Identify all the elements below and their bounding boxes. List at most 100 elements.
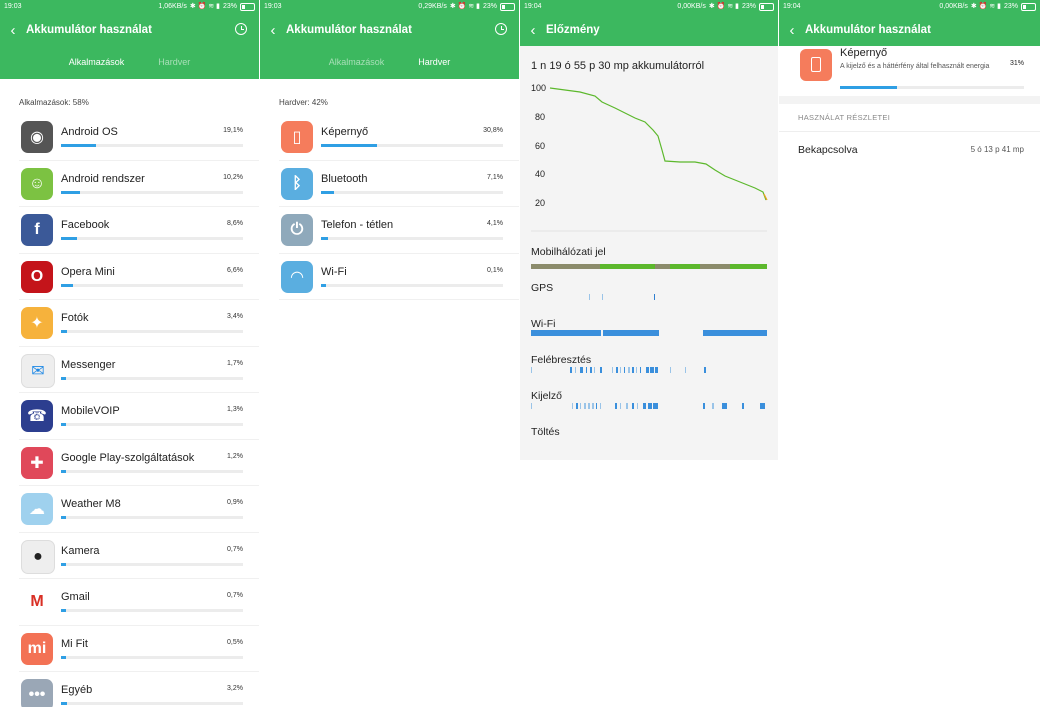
usage-bar-fill — [61, 609, 66, 612]
item-percent: 1,2% — [227, 452, 243, 460]
item-percent: 6,6% — [227, 266, 243, 274]
tab-hardware[interactable]: Hardver — [418, 46, 450, 79]
panel-history: 19:04 0,00KB/s ✱ ⏰ ≋ ▮ 23% ‹ Előzmény 1 n … — [520, 0, 778, 460]
list-item[interactable]: ᛒ Bluetooth 7,1% — [279, 161, 519, 207]
list-item[interactable]: f Facebook 8,6% — [19, 207, 259, 254]
display-tick — [592, 403, 594, 409]
usage-bar-fill — [61, 190, 80, 194]
wifi-icon: ◠ — [281, 260, 313, 293]
history-clock-icon[interactable] — [495, 23, 507, 35]
item-percent: 0,7% — [227, 545, 243, 553]
wake-tick — [586, 367, 587, 373]
battery-level-line — [549, 87, 767, 201]
detail-key: Bekapcsolva — [798, 144, 858, 156]
usage-bar — [61, 469, 243, 473]
page-title: Akkumulátor használat — [286, 24, 412, 36]
panel-hardware: 19:03 0,29KB/s ✱ ⏰ ≋ ▮ 23% ‹ Akkumulátor h… — [260, 0, 519, 707]
panel-screen-detail: 19:04 0,00KB/s ✱ ⏰ ≋ ▮ 23% ‹ Akkumulátor h… — [779, 0, 1040, 183]
wake-tick — [616, 367, 618, 373]
status-icons: ✱ ⏰ ≋ ▮ — [189, 3, 220, 10]
list-item[interactable]: ✉ Messenger 1,7% — [19, 347, 259, 393]
usage-bar-fill — [321, 144, 378, 147]
list-item[interactable]: ☁ Weather M8 0,9% — [19, 486, 259, 533]
display-tick — [531, 403, 532, 409]
wake-tick — [620, 367, 621, 373]
usage-bar — [61, 516, 243, 519]
tab-hardware[interactable]: Hardver — [158, 46, 190, 79]
display-tick — [620, 403, 621, 409]
list-item[interactable]: mi Mi Fit 0,5% — [19, 626, 259, 672]
display-tick — [637, 403, 638, 409]
tab-apps[interactable]: Alkalmazások — [329, 46, 385, 79]
usage-bar-fill — [321, 237, 329, 240]
usage-bar-fill — [321, 190, 334, 194]
usage-bar — [61, 562, 243, 566]
facebook-icon: f — [21, 214, 53, 246]
display-bar — [531, 403, 765, 409]
display-tick — [632, 403, 634, 409]
status-bar: 19:04 0,00KB/s ✱ ⏰ ≋ ▮ 23% — [520, 0, 778, 14]
list-item[interactable]: ☎ MobileVOIP 1,3% — [19, 393, 259, 440]
usage-bar — [840, 86, 1024, 89]
usage-bar — [321, 144, 503, 147]
usage-bar — [61, 237, 243, 240]
status-icons: ✱ ⏰ ≋ ▮ — [708, 3, 739, 10]
list-item[interactable]: ◉ Android OS 19,1% — [19, 114, 259, 161]
tab-apps[interactable]: Alkalmazások — [69, 46, 125, 79]
list-item[interactable]: ✦ Fotók 3,4% — [19, 300, 259, 347]
item-name: Mi Fit — [61, 637, 88, 650]
wake-tick — [628, 367, 630, 373]
puzzle-icon: ✚ — [21, 446, 53, 479]
usage-bar — [61, 376, 243, 380]
back-icon[interactable]: ‹ — [779, 22, 805, 39]
status-battery-text: 23% — [482, 3, 497, 10]
usage-bar-fill — [840, 86, 898, 89]
gps-tick — [654, 294, 655, 300]
item-percent: 4,1% — [487, 220, 503, 227]
item-name: MobileVOIP — [61, 405, 120, 417]
list-item[interactable]: ▯ Képernyő 30,8% — [279, 114, 519, 161]
wifi-segment — [703, 330, 767, 336]
usage-bar — [61, 609, 243, 612]
back-icon[interactable]: ‹ — [260, 22, 286, 39]
status-speed: 0,00KB/s — [677, 3, 706, 10]
opera-mini-icon: O — [21, 260, 53, 293]
list-item[interactable]: ⏻ Telefon - tétlen 4,1% — [279, 207, 519, 254]
wake-tick — [531, 367, 532, 373]
item-percent: 30,8% — [483, 127, 503, 134]
back-icon[interactable]: ‹ — [0, 22, 26, 39]
messenger-icon: ✉ — [21, 353, 55, 388]
list-item[interactable]: ••• Egyéb 3,2% — [19, 672, 259, 707]
display-tick — [576, 403, 578, 409]
wake-tick — [624, 367, 625, 373]
list-item[interactable]: ● Kamera 0,7% — [19, 533, 259, 579]
wake-tick — [685, 367, 686, 373]
list-item[interactable]: M Gmail 0,7% — [19, 579, 259, 626]
item-description: A kijelző és a háttérfény által felhaszn… — [840, 63, 990, 70]
list-item[interactable]: O Opera Mini 6,6% — [19, 254, 259, 300]
list-item[interactable]: ✚ Google Play-szolgáltatások 1,2% — [19, 440, 259, 486]
status-time: 19:03 — [4, 3, 22, 10]
battery-icon — [500, 3, 515, 11]
item-percent: 8,6% — [227, 220, 243, 227]
item-name: Weather M8 — [61, 498, 121, 510]
wake-tick — [646, 367, 649, 373]
panel-apps: 19:03 1,06KB/s ✱ ⏰ ≋ ▮ 23% ‹ Akkumulátor h… — [0, 0, 259, 707]
item-percent: 19,1% — [223, 127, 243, 134]
wake-tick — [594, 367, 595, 373]
item-percent: 1,3% — [227, 406, 243, 413]
history-clock-icon[interactable] — [235, 23, 247, 35]
back-icon[interactable]: ‹ — [520, 22, 546, 39]
label-wakeup: Felébresztés — [531, 354, 592, 366]
list-item[interactable]: ☺ Android rendszer 10,2% — [19, 161, 259, 207]
usage-bar — [61, 423, 243, 426]
usage-bar — [61, 144, 243, 147]
item-percent: 0,1% — [487, 266, 503, 274]
status-icons: ✱ ⏰ ≋ ▮ — [970, 3, 1001, 10]
usage-bar — [321, 237, 503, 240]
signal-segment — [730, 264, 767, 269]
list-item[interactable]: ◠ Wi-Fi 0,1% — [279, 254, 519, 300]
status-battery-text: 23% — [222, 3, 237, 10]
status-battery-text: 23% — [1003, 3, 1018, 10]
usage-bar — [61, 190, 243, 194]
